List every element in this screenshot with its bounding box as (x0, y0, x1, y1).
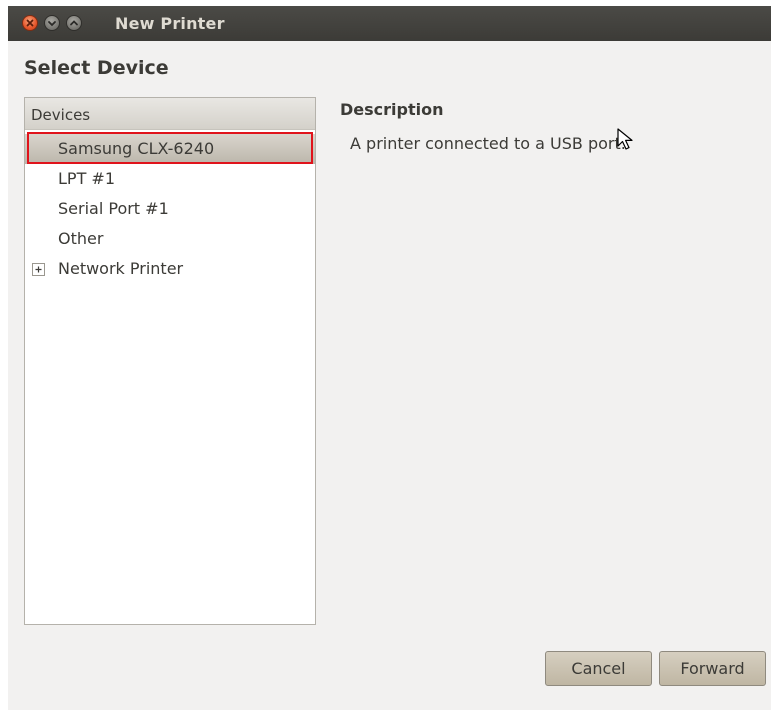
device-item-other[interactable]: Other (25, 224, 315, 254)
selection-highlight-box (27, 132, 313, 164)
title-bar[interactable]: New Printer (8, 6, 771, 41)
device-item-label: Serial Port #1 (58, 199, 169, 218)
maximize-icon[interactable] (66, 15, 82, 31)
expand-plus-icon[interactable] (32, 263, 45, 276)
device-item-lpt-1[interactable]: LPT #1 (25, 164, 315, 194)
page-heading: Select Device (24, 57, 169, 79)
minimize-icon[interactable] (44, 15, 60, 31)
device-item-serial-port-1[interactable]: Serial Port #1 (25, 194, 315, 224)
device-item-label: Network Printer (58, 259, 184, 278)
device-item-label: Other (58, 229, 104, 248)
devices-header-label: Devices (31, 106, 91, 124)
device-item-label: LPT #1 (58, 169, 116, 188)
description-title: Description (340, 100, 444, 119)
forward-button[interactable]: Forward (659, 651, 766, 686)
cancel-button[interactable]: Cancel (545, 651, 652, 686)
description-text: A printer connected to a USB port. (350, 134, 626, 153)
device-item-network-printer[interactable]: Network Printer (25, 254, 315, 284)
devices-list[interactable]: Devices Samsung CLX-6240 LPT #1 Serial P… (24, 97, 316, 625)
window-title: New Printer (115, 14, 225, 33)
mouse-cursor-icon (617, 128, 639, 156)
close-icon[interactable] (22, 15, 38, 31)
devices-column-header[interactable]: Devices (25, 98, 315, 130)
new-printer-window: New Printer Select Device Devices Samsun… (8, 6, 771, 710)
